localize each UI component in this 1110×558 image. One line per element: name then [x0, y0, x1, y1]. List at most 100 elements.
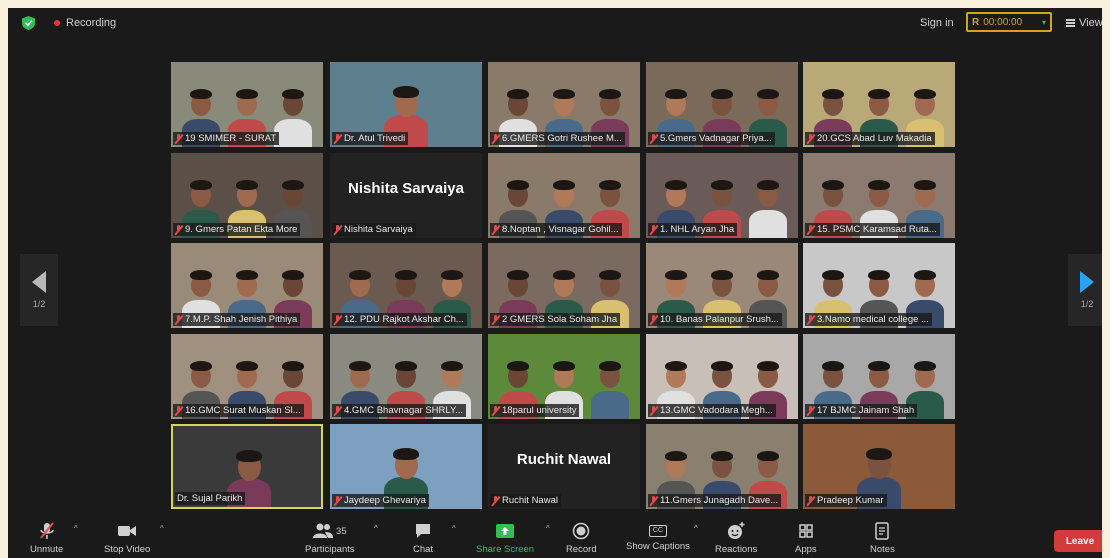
- bottom-toolbar: Unmute ^ Stop Video ^ 35 Participants ^ …: [8, 520, 1102, 558]
- participant-name-label: Ruchit Nawal: [490, 494, 561, 507]
- participants-icon: [313, 523, 334, 538]
- apps-button[interactable]: Apps: [795, 522, 817, 555]
- participant-name-label: Nishita Sarvaiya: [332, 223, 416, 236]
- unmute-button[interactable]: Unmute: [30, 522, 63, 555]
- stop-video-label: Stop Video: [104, 544, 151, 555]
- participant-display-name: Nishita Sarvaiya: [348, 179, 464, 197]
- captions-options-chevron-icon[interactable]: ^: [694, 524, 698, 533]
- timer-badge[interactable]: R 00:00:00 ▾: [966, 12, 1052, 32]
- chat-icon: [416, 524, 431, 538]
- participants-label: Participants: [305, 544, 355, 555]
- participant-name: 2 GMERS Sola Soham Jha: [502, 314, 618, 325]
- leave-button[interactable]: Leave: [1054, 530, 1102, 552]
- mic-muted-icon: [650, 495, 657, 506]
- participant-tile[interactable]: 8.Noptan , Visnagar Gohil...: [488, 153, 640, 238]
- share-screen-label: Share Screen: [476, 544, 535, 555]
- participant-tile[interactable]: 16.GMC Surat Muskan Sl...: [171, 334, 323, 419]
- participant-name-label: 17 BJMC Jainam Shah: [805, 404, 918, 417]
- grid-view-icon: [1066, 19, 1075, 27]
- share-screen-button[interactable]: Share Screen: [476, 522, 534, 555]
- notes-button[interactable]: Notes: [870, 522, 895, 555]
- participant-name: 17 BJMC Jainam Shah: [817, 405, 915, 416]
- participant-name: 20.GCS Abad Luv Makadia: [817, 133, 932, 144]
- mic-muted-icon: [492, 495, 499, 506]
- participant-tile[interactable]: 3.Namo medical college ...: [803, 243, 955, 328]
- mic-muted-icon: [334, 224, 341, 235]
- participant-name: 11.Gmers Junagadh Dave...: [660, 495, 779, 506]
- video-options-chevron-icon[interactable]: ^: [160, 524, 164, 533]
- participant-name: 3.Namo medical college ...: [817, 314, 929, 325]
- participant-tile[interactable]: 5.Gmers Vadnagar Priya...: [646, 62, 798, 147]
- participant-name: 12. PDU Rajkot Akshar Ch...: [344, 314, 464, 325]
- participant-tile[interactable]: 12. PDU Rajkot Akshar Ch...: [330, 243, 482, 328]
- participant-tile[interactable]: 4.GMC Bhavnagar SHRLY...: [330, 334, 482, 419]
- participant-tile[interactable]: Nishita Sarvaiya Nishita Sarvaiya: [330, 153, 482, 238]
- participant-tile[interactable]: Ruchit Nawal Ruchit Nawal: [488, 424, 640, 509]
- participant-name-label: 8.Noptan , Visnagar Gohil...: [490, 223, 622, 236]
- shield-icon[interactable]: [22, 16, 35, 30]
- participant-tile[interactable]: 15. PSMC Karamsad Ruta...: [803, 153, 955, 238]
- participant-tile[interactable]: Pradeep Kumar: [803, 424, 955, 509]
- participant-tile[interactable]: 10. Banas Palanpur Srush...: [646, 243, 798, 328]
- show-captions-button[interactable]: CC Show Captions: [626, 522, 690, 552]
- view-button[interactable]: View: [1066, 17, 1102, 29]
- participant-name-label: 3.Namo medical college ...: [805, 313, 932, 326]
- participant-name-label: 12. PDU Rajkot Akshar Ch...: [332, 313, 467, 326]
- participant-name-label: 7.M.P. Shah Jenish Pithiya: [173, 313, 301, 326]
- participant-tile[interactable]: 7.M.P. Shah Jenish Pithiya: [171, 243, 323, 328]
- participants-button[interactable]: 35 Participants: [305, 522, 355, 555]
- participant-tile[interactable]: 17 BJMC Jainam Shah: [803, 334, 955, 419]
- apps-label: Apps: [795, 544, 817, 555]
- mic-muted-icon: [492, 133, 499, 144]
- share-options-chevron-icon[interactable]: ^: [546, 524, 550, 533]
- participant-tile[interactable]: 2 GMERS Sola Soham Jha: [488, 243, 640, 328]
- participant-tile[interactable]: 13.GMC Vadodara Megh...: [646, 334, 798, 419]
- mic-muted-icon: [650, 314, 657, 325]
- reactions-button[interactable]: Reactions: [715, 522, 757, 555]
- view-label: View: [1079, 17, 1102, 29]
- participant-name-label: Dr. Sujal Parikh: [175, 492, 246, 505]
- audio-options-chevron-icon[interactable]: ^: [74, 524, 78, 533]
- participants-count: 35: [336, 525, 347, 537]
- participant-name: Ruchit Nawal: [502, 495, 558, 506]
- share-screen-icon: [496, 524, 515, 538]
- mic-muted-icon: [175, 133, 182, 144]
- mic-muted-icon: [650, 133, 657, 144]
- participant-tile[interactable]: 19 SMIMER - SURAT: [171, 62, 323, 147]
- participant-tile[interactable]: 18parul university: [488, 334, 640, 419]
- participant-tile[interactable]: Dr. Atul Trivedi: [330, 62, 482, 147]
- participant-tile[interactable]: 9. Gmers Patan Ekta More: [171, 153, 323, 238]
- mic-muted-icon: [334, 405, 341, 416]
- participant-tile[interactable]: 6.GMERS Gotri Rushee M...: [488, 62, 640, 147]
- stop-video-button[interactable]: Stop Video: [104, 522, 150, 555]
- participant-name: 6.GMERS Gotri Rushee M...: [502, 133, 622, 144]
- participant-tile[interactable]: Dr. Sujal Parikh: [171, 424, 323, 509]
- participant-name-label: 20.GCS Abad Luv Makadia: [805, 132, 935, 145]
- arrow-left-icon: [32, 271, 46, 293]
- participants-options-chevron-icon[interactable]: ^: [374, 524, 378, 533]
- participant-display-name: Ruchit Nawal: [516, 450, 612, 468]
- participant-tile[interactable]: 11.Gmers Junagadh Dave...: [646, 424, 798, 509]
- meeting-window: Recording Sign in R 00:00:00 ▾ View 1/2 …: [8, 8, 1102, 558]
- timer-value: 00:00:00: [983, 16, 1023, 28]
- participant-tile[interactable]: 1. NHL Aryan Jha: [646, 153, 798, 238]
- mic-muted-icon: [492, 405, 499, 416]
- chat-button[interactable]: Chat: [413, 522, 433, 555]
- participant-name-label: 2 GMERS Sola Soham Jha: [490, 313, 621, 326]
- record-button[interactable]: Record: [566, 522, 597, 555]
- chat-options-chevron-icon[interactable]: ^: [452, 524, 456, 533]
- recording-label[interactable]: Recording: [66, 17, 116, 29]
- participant-name: 10. Banas Palanpur Srush...: [660, 314, 779, 325]
- sign-in-link[interactable]: Sign in: [920, 17, 954, 29]
- participant-name-label: 4.GMC Bhavnagar SHRLY...: [332, 404, 466, 417]
- apps-icon: [799, 524, 813, 538]
- notes-icon: [875, 522, 890, 540]
- participant-tile[interactable]: 20.GCS Abad Luv Makadia: [803, 62, 955, 147]
- participant-name: 5.Gmers Vadnagar Priya...: [660, 133, 772, 144]
- participant-tile[interactable]: Jaydeep Ghevariya: [330, 424, 482, 509]
- next-page-button[interactable]: 1/2: [1068, 254, 1102, 326]
- previous-page-button[interactable]: 1/2: [20, 254, 58, 326]
- show-captions-label: Show Captions: [626, 541, 690, 552]
- participant-name-label: Pradeep Kumar: [805, 494, 887, 507]
- participant-name-label: 13.GMC Vadodara Megh...: [648, 404, 776, 417]
